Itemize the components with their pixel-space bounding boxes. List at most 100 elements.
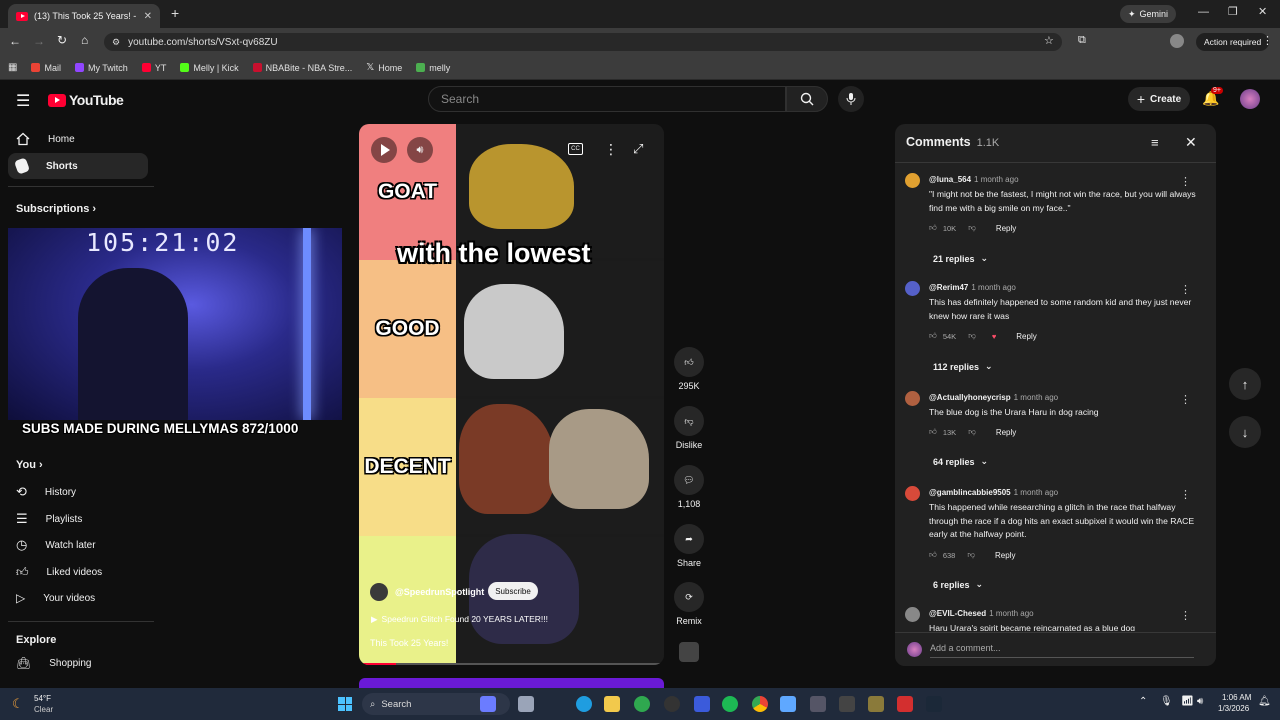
bookmark-kick[interactable]: Melly | Kick <box>180 63 239 73</box>
replies-toggle[interactable]: 6 replies ⌄ <box>933 579 983 590</box>
taskbar-app-spotify[interactable] <box>722 696 738 712</box>
profile-icon[interactable] <box>1170 34 1184 48</box>
comment-menu-icon[interactable]: ⋮ <box>1180 393 1191 406</box>
taskbar-app-taskview[interactable] <box>518 696 534 712</box>
bookmark-home[interactable]: 𝕏 Home <box>366 62 402 73</box>
browser-tab[interactable]: (13) This Took 25 Years! - YouTube ✕ <box>8 4 160 28</box>
dislike-icon[interactable]: 👎︎ <box>967 550 975 560</box>
short-video-player[interactable]: GOAT GOOD DECENT with the lowest 🔊︎ CC ⋮… <box>359 124 664 665</box>
reply-button[interactable]: Reply <box>996 224 1016 233</box>
next-short-button[interactable]: ↓ <box>1229 416 1261 448</box>
linked-video[interactable]: ▶ Speedrun Glitch Found 20 YEARS LATER!!! <box>371 614 548 625</box>
sidebar-item-home[interactable]: Home <box>8 126 148 152</box>
sidebar-item-shopping[interactable]: 👜︎ Shopping <box>8 650 148 676</box>
dislike-icon[interactable]: 👎︎ <box>968 223 976 233</box>
sort-icon[interactable]: ≡ <box>1151 135 1159 150</box>
taskbar-app-copilot[interactable] <box>480 696 496 712</box>
you-heading[interactable]: You › <box>16 459 43 471</box>
taskbar-app-explorer[interactable] <box>604 696 620 712</box>
like-icon[interactable]: 👍︎ <box>929 550 937 560</box>
sidebar-item-your-videos[interactable]: ▷ Your videos <box>8 585 148 611</box>
comment-author[interactable]: @luna_564 <box>929 175 971 184</box>
sidebar-item-watch-later[interactable]: ◷ Watch later <box>8 532 148 558</box>
channel-name[interactable]: @SpeedrunSpotlight <box>395 587 484 597</box>
avatar[interactable] <box>1240 89 1260 109</box>
subscribe-button[interactable]: Subscribe <box>488 582 538 600</box>
voice-search-button[interactable] <box>838 86 864 112</box>
dislike-button[interactable]: 👎︎ Dislike <box>674 406 704 450</box>
site-info-icon[interactable]: ⚙ <box>112 37 120 48</box>
sidebar-item-shorts[interactable]: Shorts <box>8 153 148 179</box>
new-tab-button[interactable]: + <box>171 5 179 21</box>
remix-button[interactable]: ⟳ Remix <box>674 582 704 626</box>
hamburger-menu-icon[interactable]: ☰ <box>16 91 30 111</box>
home-icon[interactable]: ⌂ <box>81 33 88 47</box>
subscriptions-heading[interactable]: Subscriptions › <box>16 203 96 215</box>
wifi-icon[interactable]: 📶︎ <box>1181 696 1194 707</box>
address-bar[interactable]: ⚙ youtube.com/shorts/VSxt-qv68ZU <box>104 33 1062 51</box>
close-icon[interactable]: ✕ <box>1185 134 1197 151</box>
close-window-button[interactable]: ✕ <box>1258 5 1267 18</box>
sound-avatar[interactable] <box>679 642 699 662</box>
dislike-icon[interactable]: 👎︎ <box>968 427 976 437</box>
replies-toggle[interactable]: 64 replies ⌄ <box>933 456 988 467</box>
taskbar-app-game[interactable] <box>868 696 884 712</box>
comment-menu-icon[interactable]: ⋮ <box>1180 609 1191 622</box>
taskbar-app-edge[interactable] <box>576 696 592 712</box>
add-comment-input[interactable]: Add a comment... <box>930 643 1001 653</box>
taskbar-app-steam[interactable] <box>926 696 942 712</box>
comment-author[interactable]: @EVIL-Chesed <box>929 609 986 618</box>
comment-menu-icon[interactable]: ⋮ <box>1180 175 1191 188</box>
search-button[interactable] <box>786 86 828 112</box>
gemini-button[interactable]: ✦ Gemini <box>1120 5 1176 23</box>
replies-toggle[interactable]: 112 replies ⌄ <box>933 361 993 372</box>
share-button[interactable]: ➦ Share <box>674 524 704 568</box>
start-button[interactable] <box>338 697 352 711</box>
taskbar-app-photos[interactable] <box>780 696 796 712</box>
like-button[interactable]: 👍︎ 295K <box>674 347 704 391</box>
comment-author[interactable]: @Actuallyhoneycrisp <box>929 393 1011 402</box>
commenter-avatar[interactable] <box>905 486 920 501</box>
taskbar-app-xbox[interactable] <box>634 696 650 712</box>
dislike-icon[interactable]: 👎︎ <box>968 331 976 341</box>
taskbar-app-obs[interactable] <box>664 696 680 712</box>
commenter-avatar[interactable] <box>905 391 920 406</box>
bookmark-nbabite[interactable]: NBABite - NBA Stre... <box>252 63 352 73</box>
commenter-avatar[interactable] <box>905 281 920 296</box>
sidebar-item-history[interactable]: ⟲ History <box>8 479 148 505</box>
sidebar-item-playlists[interactable]: ☰ Playlists <box>8 506 148 532</box>
maximize-button[interactable]: ❐ <box>1228 5 1238 18</box>
comment-author[interactable]: @Rerim47 <box>929 283 968 292</box>
like-icon[interactable]: 👍︎ <box>929 331 937 341</box>
progress-bar[interactable] <box>359 663 664 665</box>
comments-button[interactable]: 💬︎ 1,108 <box>674 465 704 509</box>
commenter-avatar[interactable] <box>905 173 920 188</box>
sidebar-item-liked-videos[interactable]: 👍︎ Liked videos <box>8 559 148 585</box>
replies-toggle[interactable]: 21 replies ⌄ <box>933 253 988 264</box>
bookmark-twitch[interactable]: My Twitch <box>74 63 128 73</box>
youtube-logo[interactable]: YouTube <box>48 92 124 108</box>
comment-menu-icon[interactable]: ⋮ <box>1180 283 1191 296</box>
reload-icon[interactable]: ↻ <box>57 33 67 47</box>
extensions-icon[interactable]: ⧉ <box>1078 34 1086 47</box>
microphone-tray-icon[interactable]: 🎙︎ <box>1160 696 1173 707</box>
taskbar-app-chrome[interactable] <box>752 696 768 712</box>
create-button[interactable]: + Create <box>1128 87 1190 111</box>
reply-button[interactable]: Reply <box>1016 332 1036 341</box>
chevron-up-icon[interactable]: ⌃ <box>1139 696 1147 707</box>
channel-avatar[interactable] <box>370 583 388 601</box>
notification-bell-icon[interactable]: 🔔︎ <box>1258 696 1271 707</box>
search-input[interactable]: Search <box>428 86 786 112</box>
commenter-avatar[interactable] <box>905 607 920 622</box>
taskbar-app-media[interactable] <box>810 696 826 712</box>
minimize-button[interactable]: — <box>1198 6 1209 18</box>
previous-short-button[interactable]: ↑ <box>1229 368 1261 400</box>
browser-menu-icon[interactable]: ⋮ <box>1262 34 1273 47</box>
play-button[interactable] <box>371 137 397 163</box>
clock-time[interactable]: 1:06 AM <box>1222 693 1251 702</box>
comment-menu-icon[interactable]: ⋮ <box>1180 488 1191 501</box>
back-icon[interactable]: ← <box>9 34 21 48</box>
taskbar-app-store[interactable] <box>694 696 710 712</box>
apps-grid-icon[interactable]: ▦ <box>8 62 17 73</box>
bookmark-melly[interactable]: melly <box>416 63 450 73</box>
